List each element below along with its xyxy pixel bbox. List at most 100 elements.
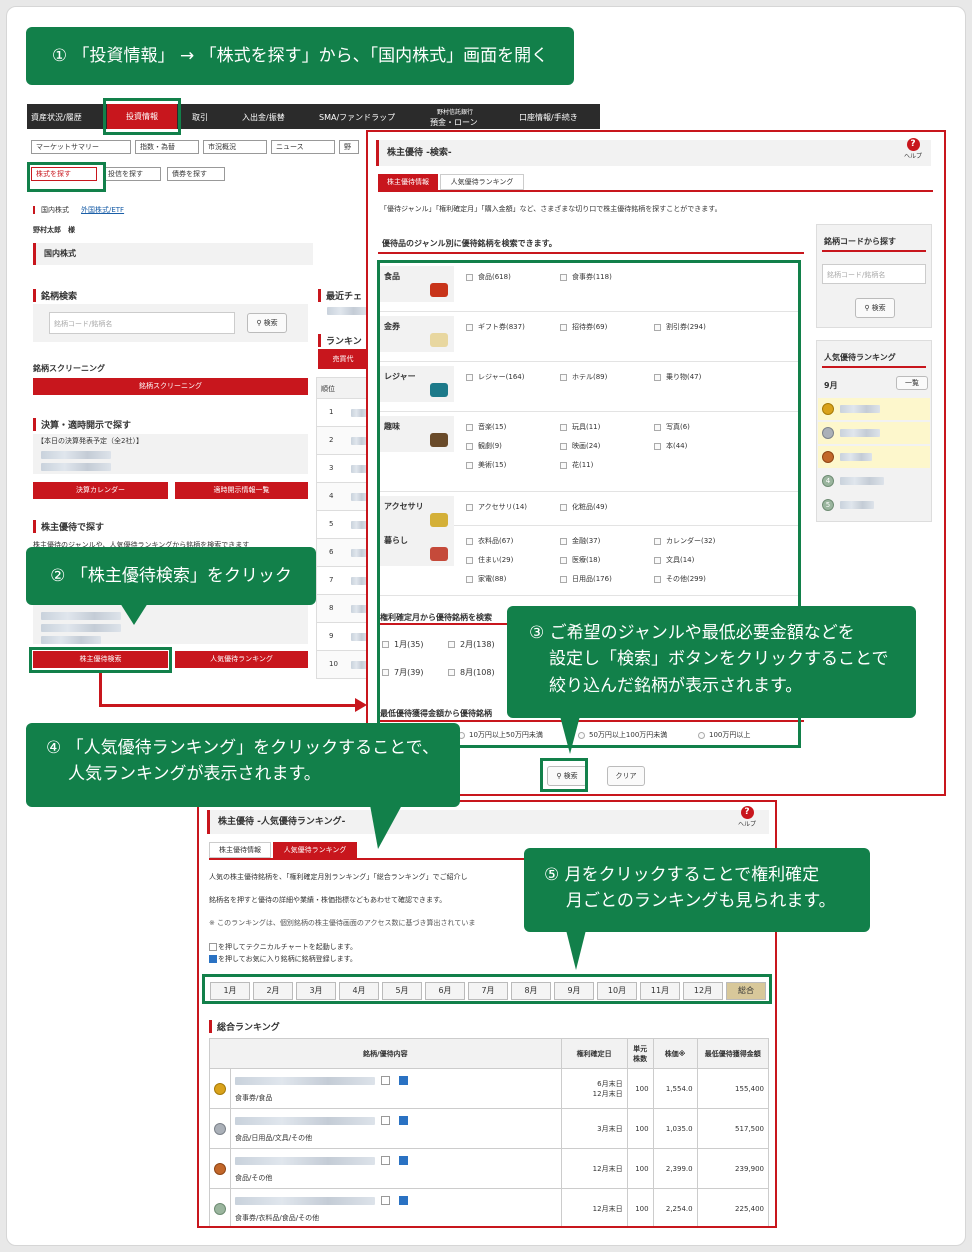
nav-item-assets[interactable]: 資産状況/履歴 [31, 112, 82, 123]
rank-row[interactable]: 6 [316, 539, 370, 567]
yutai-item-1[interactable] [41, 612, 121, 620]
rank-row[interactable]: 2 [316, 427, 370, 455]
search-tab-info[interactable]: 株主優待情報 [378, 174, 438, 190]
subnav-market-summary[interactable]: マーケットサマリー [31, 140, 131, 154]
rank-row[interactable]: 5 [316, 511, 370, 539]
stock-search-input[interactable]: 銘柄コード/銘柄名 [49, 312, 235, 334]
bronze-medal-icon [822, 451, 834, 463]
subnav: マーケットサマリー 指数・為替 市況概況 ニュース野 [31, 140, 359, 154]
rank-row[interactable]: 3 [316, 455, 370, 483]
highlight-yutai-search [29, 647, 172, 673]
sidebar-rank-row-2[interactable] [818, 422, 930, 444]
sidebar-rank-row-4[interactable]: 4 [818, 470, 930, 492]
screening-button[interactable]: 銘柄スクリーニング [33, 378, 308, 395]
subnav2-bond[interactable]: 債券を探す [167, 167, 225, 181]
ranking-desc-4: を押してテクニカルチャートを起動します。 [209, 942, 357, 952]
search-help-button[interactable]: ? ヘルプ [898, 138, 928, 162]
rank-unit: 100 [626, 1188, 654, 1226]
yutai-item-2[interactable] [41, 624, 121, 632]
code-search-button[interactable]: ⚲ 検索 [855, 298, 895, 318]
callout-step-5-line-1: ⑤ 月をクリックすることで権利確定 [544, 865, 820, 885]
ranking-table-row[interactable]: 2 食品/日用品/文具/その他 3月末日1001,035.0517,500 [209, 1108, 770, 1149]
subnav-market[interactable]: 市況概況 [203, 140, 267, 154]
sidebar-rank-row-5[interactable]: 5 [818, 494, 930, 516]
chart-icon[interactable] [381, 1075, 390, 1085]
sidebar-rank-row-3[interactable] [818, 446, 930, 468]
ranking-table-row[interactable]: 1 食事券/食品 6月末日12月末日1001,554.0155,400 [209, 1068, 770, 1109]
rank-row[interactable]: 9 [316, 623, 370, 651]
favorite-plus-icon[interactable] [399, 1115, 408, 1125]
disclosure-item-2[interactable] [41, 463, 111, 471]
ranking-tab[interactable]: 売買代 [318, 349, 368, 369]
ranking-table: 順位 1 2 3 4 5 6 7 8 9 10 [316, 377, 370, 679]
favorite-plus-icon[interactable] [399, 1195, 408, 1205]
ranking-desc-5: を押してお気に入り銘柄に銘柄登録します。 [209, 954, 357, 964]
recent-check-title: 最近チェ [318, 289, 362, 302]
ranking-desc-2: 銘柄名を押すと優待の詳細や業績・株価指標などもあわせて確認できます。 [209, 896, 447, 904]
rank-4-icon: 4 [822, 475, 834, 487]
nav-item-deposit[interactable]: 入出金/振替 [242, 112, 285, 123]
search-panel-titlebar: 株主優待 -検索- [376, 140, 931, 166]
favorite-plus-icon[interactable] [399, 1155, 408, 1165]
chart-icon[interactable] [381, 1155, 390, 1165]
yutai-item-3[interactable] [41, 636, 101, 644]
chart-icon[interactable] [381, 1115, 390, 1125]
callout-step-3-line-2: 設定し「検索」ボタンをクリックすることで [549, 649, 889, 670]
flow-arrow-line-h [99, 704, 357, 707]
favorite-plus-icon[interactable] [399, 1075, 408, 1085]
rank-min-amount: 517,500 [696, 1108, 770, 1149]
callout-step-3-line-1: ③ ご希望のジャンルや最低必要金額などを [529, 623, 855, 643]
genre-title: 優待品のジャンル別に優待銘柄を検索できます。 [382, 239, 557, 248]
disclosure-list-button[interactable]: 適時開示情報一覧 [175, 482, 308, 499]
rank-price: 2,399.0 [652, 1148, 698, 1189]
stock-search-button[interactable]: ⚲ 検索 [247, 313, 287, 333]
subnav-more[interactable]: 野 [339, 140, 359, 154]
rank-row[interactable]: 4 [316, 483, 370, 511]
rank-unit: 100 [626, 1148, 654, 1189]
subnav-index[interactable]: 指数・為替 [135, 140, 199, 154]
callout-step-5-tail [566, 930, 586, 970]
code-search-input[interactable]: 銘柄コード/銘柄名 [822, 264, 926, 284]
sidebar-rank-row-1[interactable] [818, 398, 930, 420]
nav-item-trade[interactable]: 取引 [192, 112, 208, 123]
total-ranking-title: 総合ランキング [209, 1020, 280, 1033]
rank-row[interactable]: 8 [316, 595, 370, 623]
ranking-tab-ranking[interactable]: 人気優待ランキング [273, 842, 357, 858]
chart-icon [209, 943, 217, 951]
rank-number: 4 [329, 492, 334, 500]
callout-step-3-line-3: 絞り込んだ銘柄が表示されます。 [549, 675, 803, 696]
ranking-table-row[interactable]: 3 食品/その他 12月末日1002,399.0239,900 [209, 1148, 770, 1189]
rank-row[interactable]: 10 [316, 651, 370, 679]
chart-icon[interactable] [381, 1195, 390, 1205]
highlight-month-tabs [202, 974, 772, 1004]
callout-step-4-line-2: 人気ランキングが表示されます。 [68, 764, 321, 785]
rank-medal-icon: 1 [214, 1082, 226, 1095]
sidebar-rank-list-button[interactable]: 一覧 [896, 376, 928, 390]
th-unit: 単元株数 [626, 1038, 654, 1069]
yutai-ranking-button[interactable]: 人気優待ランキング [175, 651, 308, 668]
search-tab-ranking[interactable]: 人気優待ランキング [440, 174, 524, 190]
rank-row[interactable]: 1 [316, 399, 370, 427]
ranking-tab-info[interactable]: 株主優待情報 [209, 842, 271, 858]
breadcrumb-domestic[interactable]: 国内株式 [33, 206, 69, 214]
rank-number: 1 [329, 408, 334, 416]
nav-item-loan[interactable]: 預金・ローン [430, 117, 478, 128]
flow-arrow-line-v [99, 673, 102, 707]
callout-step-4-tail [370, 805, 402, 849]
disclosure-item-1[interactable] [41, 451, 111, 459]
search-clear-button[interactable]: クリア [607, 766, 645, 786]
code-search-title: 銘柄コードから探す [824, 237, 896, 246]
rank-row[interactable]: 7 [316, 567, 370, 595]
breadcrumb-foreign[interactable]: 外国株式/ETF [81, 206, 124, 214]
rank-number: 10 [329, 660, 338, 668]
nav-item-account[interactable]: 口座情報/手続き [519, 112, 578, 123]
subnav2-fund[interactable]: 投信を探す [103, 167, 161, 181]
ranking-table-row[interactable]: 4 食事券/衣料品/食品/その他 12月末日1002,254.0225,400 [209, 1188, 770, 1226]
help-icon: ? [740, 806, 754, 819]
subnav-news[interactable]: ニュース [271, 140, 335, 154]
ranking-help-button[interactable]: ? ヘルプ [731, 806, 763, 830]
callout-step-3-tail [560, 716, 580, 754]
nav-item-sma[interactable]: SMA/ファンドラップ [319, 112, 395, 123]
recent-item[interactable] [327, 307, 367, 315]
calendar-button[interactable]: 決算カレンダー [33, 482, 168, 499]
